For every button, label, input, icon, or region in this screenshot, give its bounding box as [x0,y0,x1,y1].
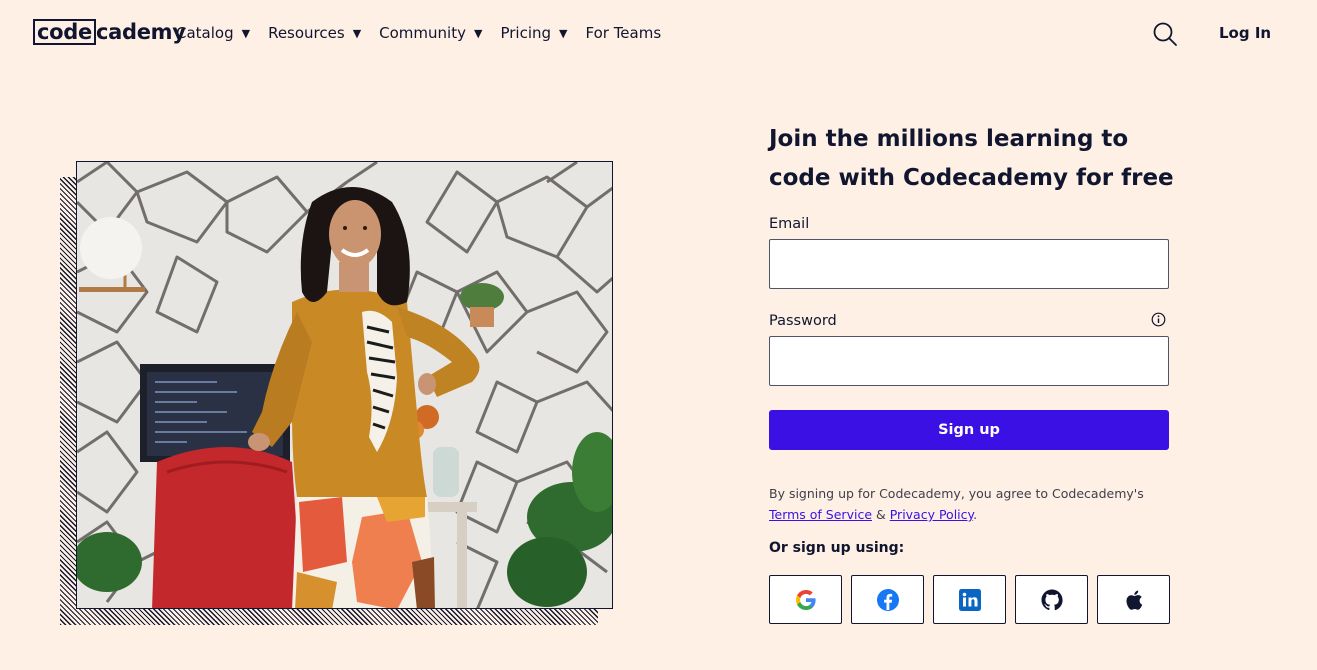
nav-community-label: Community [379,24,466,42]
terms-of-service-link[interactable]: Terms of Service [769,507,872,522]
facebook-icon [876,588,899,611]
linkedin-signup-button[interactable] [933,575,1006,624]
logo-cademy: cademy [95,19,186,44]
logo-code-box: code [33,18,96,45]
nav-catalog[interactable]: Catalog ▼ [176,22,250,44]
nav-pricing[interactable]: Pricing ▼ [500,22,567,44]
nav-catalog-label: Catalog [176,24,234,42]
apple-signup-button[interactable] [1097,575,1170,624]
codecademy-logo[interactable]: code cademy [33,18,186,45]
nav-for-teams[interactable]: For Teams [585,22,661,44]
password-label: Password [769,313,837,329]
hero-photo [76,161,613,609]
signup-form: Join the millions learning to code with … [769,120,1174,624]
social-signup-buttons [769,575,1179,624]
google-icon [795,589,816,610]
nav-community[interactable]: Community ▼ [379,22,482,44]
google-signup-button[interactable] [769,575,842,624]
search-button[interactable] [1152,21,1178,47]
email-label: Email [769,216,810,232]
caret-down-icon: ▼ [352,26,362,40]
caret-down-icon: ▼ [241,26,251,40]
apple-icon [1126,590,1142,610]
linkedin-icon [958,588,981,611]
github-signup-button[interactable] [1015,575,1088,624]
terms-suffix: . [973,507,978,522]
site-header: code cademy Catalog ▼ Resources ▼ Communi… [0,0,1317,66]
email-field[interactable] [769,239,1169,289]
info-icon[interactable] [1151,312,1166,327]
terms-prefix: By signing up for Codecademy, you agree … [769,486,1144,501]
nav-resources-label: Resources [268,24,345,42]
caret-down-icon: ▼ [559,26,568,40]
login-button[interactable]: Log In [1219,24,1271,42]
terms-ampersand: & [876,507,886,522]
signup-headline: Join the millions learning to code with … [769,126,1174,191]
terms-text: By signing up for Codecademy, you agree … [769,483,1189,525]
privacy-policy-link[interactable]: Privacy Policy [890,507,973,522]
nav-pricing-label: Pricing [500,24,552,42]
github-icon [1041,589,1063,610]
nav-resources[interactable]: Resources ▼ [268,22,361,44]
nav-for-teams-label: For Teams [585,24,662,42]
caret-down-icon: ▼ [473,26,483,40]
signup-button[interactable]: Sign up [769,410,1169,450]
or-sign-up-label: Or sign up using: [769,540,905,556]
password-field[interactable] [769,336,1169,386]
search-icon [1153,22,1177,46]
facebook-signup-button[interactable] [851,575,924,624]
main-nav: Catalog ▼ Resources ▼ Community ▼ Pricin… [176,22,679,44]
